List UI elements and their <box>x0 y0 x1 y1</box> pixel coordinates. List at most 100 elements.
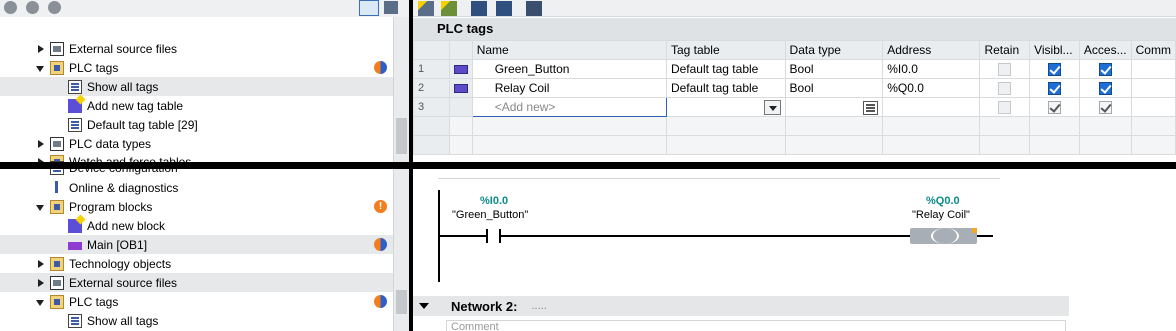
dropdown-arrow-icon[interactable] <box>763 100 781 115</box>
tree-item[interactable]: Technology objects <box>0 254 393 273</box>
prev-icon[interactable] <box>26 1 39 14</box>
back-icon[interactable] <box>4 1 17 14</box>
folder-icon <box>50 60 64 75</box>
address-cell[interactable]: %Q0.0 <box>882 78 981 98</box>
expanded-arrow-icon[interactable] <box>36 297 46 307</box>
collapsed-arrow-icon[interactable] <box>36 259 46 269</box>
tree-item-label: PLC tags <box>69 294 119 309</box>
tag-table-toolbar <box>413 0 1176 17</box>
col-address-header[interactable]: Address <box>882 40 981 60</box>
compile-status-icon <box>374 295 387 308</box>
access-cell[interactable] <box>1078 78 1132 98</box>
next-icon[interactable] <box>48 1 61 14</box>
contact-address[interactable]: %I0.0 <box>480 195 508 207</box>
visible-checkbox[interactable] <box>1048 63 1061 77</box>
col-name-header[interactable]: Name <box>471 40 667 60</box>
visible-checkbox[interactable] <box>1048 82 1061 96</box>
col-tagtable-header[interactable]: Tag table <box>665 40 786 60</box>
add-icon <box>68 98 82 113</box>
expanded-arrow-icon[interactable] <box>36 63 46 73</box>
tree-item[interactable]: Program blocks <box>0 197 393 216</box>
tree-scroll-thumb-lower[interactable] <box>396 290 407 314</box>
data-type-cell[interactable]: Bool <box>784 78 884 98</box>
tag-table-title: PLC tags <box>413 18 1176 40</box>
data-type-cell[interactable]: Bool <box>784 59 884 79</box>
tag-name-cell[interactable]: Green_Button <box>471 59 667 79</box>
tree-item[interactable]: PLC tags <box>0 58 393 77</box>
address-cell[interactable] <box>882 97 981 117</box>
import-icon[interactable] <box>496 1 512 16</box>
contact-symbol[interactable]: "Green_Button" <box>452 209 528 221</box>
table-row[interactable]: 1 Green_Button Default tag table Bool %I… <box>413 59 1176 79</box>
tree-item[interactable]: Main [OB1] <box>0 235 393 254</box>
column-settings-icon[interactable] <box>526 1 542 16</box>
list-view-icon[interactable] <box>359 0 379 16</box>
collapse-arrow-icon[interactable] <box>419 301 429 311</box>
visible-cell[interactable] <box>1029 78 1080 98</box>
tree-item[interactable]: Add new block <box>0 216 393 235</box>
tree-scroll-thumb[interactable] <box>396 118 407 154</box>
table-view-icon[interactable] <box>384 1 398 14</box>
empty-cell <box>882 135 981 155</box>
tag-icon-cell <box>448 78 473 98</box>
tree-item[interactable]: PLC tags <box>0 292 393 311</box>
retain-cell <box>979 97 1031 117</box>
tree-item[interactable]: Show all tags <box>0 311 393 330</box>
address-cell[interactable]: %I0.0 <box>882 59 981 79</box>
collapsed-arrow-icon[interactable] <box>36 44 46 54</box>
empty-row <box>413 116 1176 136</box>
tree-item[interactable]: Default tag table [29] <box>0 115 393 134</box>
tree-item[interactable]: Show all tags <box>0 77 393 96</box>
col-access-header[interactable]: Acces... <box>1078 40 1132 60</box>
comment-cell[interactable] <box>1130 78 1176 98</box>
row-number: 3 <box>413 97 450 117</box>
tree-item[interactable]: Add new tag table <box>0 96 393 115</box>
tag-name-cell[interactable]: Relay Coil <box>471 78 667 98</box>
table-row-new[interactable]: 3 <Add new> <box>413 97 1176 117</box>
access-cell[interactable] <box>1078 97 1132 117</box>
row-number: 1 <box>413 59 450 79</box>
access-checkbox[interactable] <box>1098 63 1112 77</box>
visible-checkbox[interactable] <box>1048 101 1061 115</box>
col-retain-header[interactable]: Retain <box>979 40 1031 60</box>
access-checkbox[interactable] <box>1098 82 1112 96</box>
ob-icon <box>68 241 82 250</box>
col-comment-header[interactable]: Comm <box>1130 40 1176 60</box>
tree-scrollbar[interactable] <box>393 17 410 331</box>
col-visible-header[interactable]: Visibl... <box>1029 40 1080 60</box>
tree-item[interactable]: Online & diagnostics <box>0 178 393 197</box>
access-checkbox[interactable] <box>1098 101 1112 115</box>
tree-item[interactable]: External source files <box>0 39 393 58</box>
data-type-select[interactable] <box>784 97 884 117</box>
add-tag-icon[interactable] <box>418 1 434 16</box>
visible-cell[interactable] <box>1029 97 1080 117</box>
tag-table-cell[interactable]: Default tag table <box>665 59 786 79</box>
empty-cell <box>784 116 884 136</box>
comment-cell[interactable] <box>1130 59 1176 79</box>
table-row[interactable]: 2 Relay Coil Default tag table Bool %Q0.… <box>413 78 1176 98</box>
export-icon[interactable] <box>471 1 487 16</box>
contact-left-bar[interactable] <box>486 229 488 243</box>
tree-item[interactable]: PLC data types <box>0 134 393 153</box>
network-2-header[interactable]: Network 2: ..... <box>413 296 1069 316</box>
add-new-input[interactable]: <Add new> <box>471 97 667 117</box>
retain-checkbox <box>998 63 1012 77</box>
collapsed-arrow-icon[interactable] <box>36 139 46 149</box>
tree-item[interactable]: External source files <box>0 273 393 292</box>
network-title-input[interactable]: ..... <box>531 300 546 312</box>
coil-symbol[interactable]: "Relay Coil" <box>912 209 970 221</box>
comment-cell[interactable] <box>1130 97 1176 117</box>
tag-table-cell[interactable]: Default tag table <box>665 78 786 98</box>
datatype-picker-icon[interactable] <box>863 101 879 115</box>
tree-item-label: Technology objects <box>69 256 172 271</box>
access-cell[interactable] <box>1078 59 1132 79</box>
insert-row-icon[interactable] <box>441 1 457 16</box>
coil-address[interactable]: %Q0.0 <box>926 195 960 207</box>
expanded-arrow-icon[interactable] <box>36 202 46 212</box>
coil-element[interactable] <box>910 228 977 244</box>
col-datatype-header[interactable]: Data type <box>784 40 884 60</box>
tag-table-select[interactable] <box>665 97 786 117</box>
collapsed-arrow-icon[interactable] <box>36 278 46 288</box>
network-comment-field[interactable]: Comment <box>446 320 1066 331</box>
visible-cell[interactable] <box>1029 59 1080 79</box>
